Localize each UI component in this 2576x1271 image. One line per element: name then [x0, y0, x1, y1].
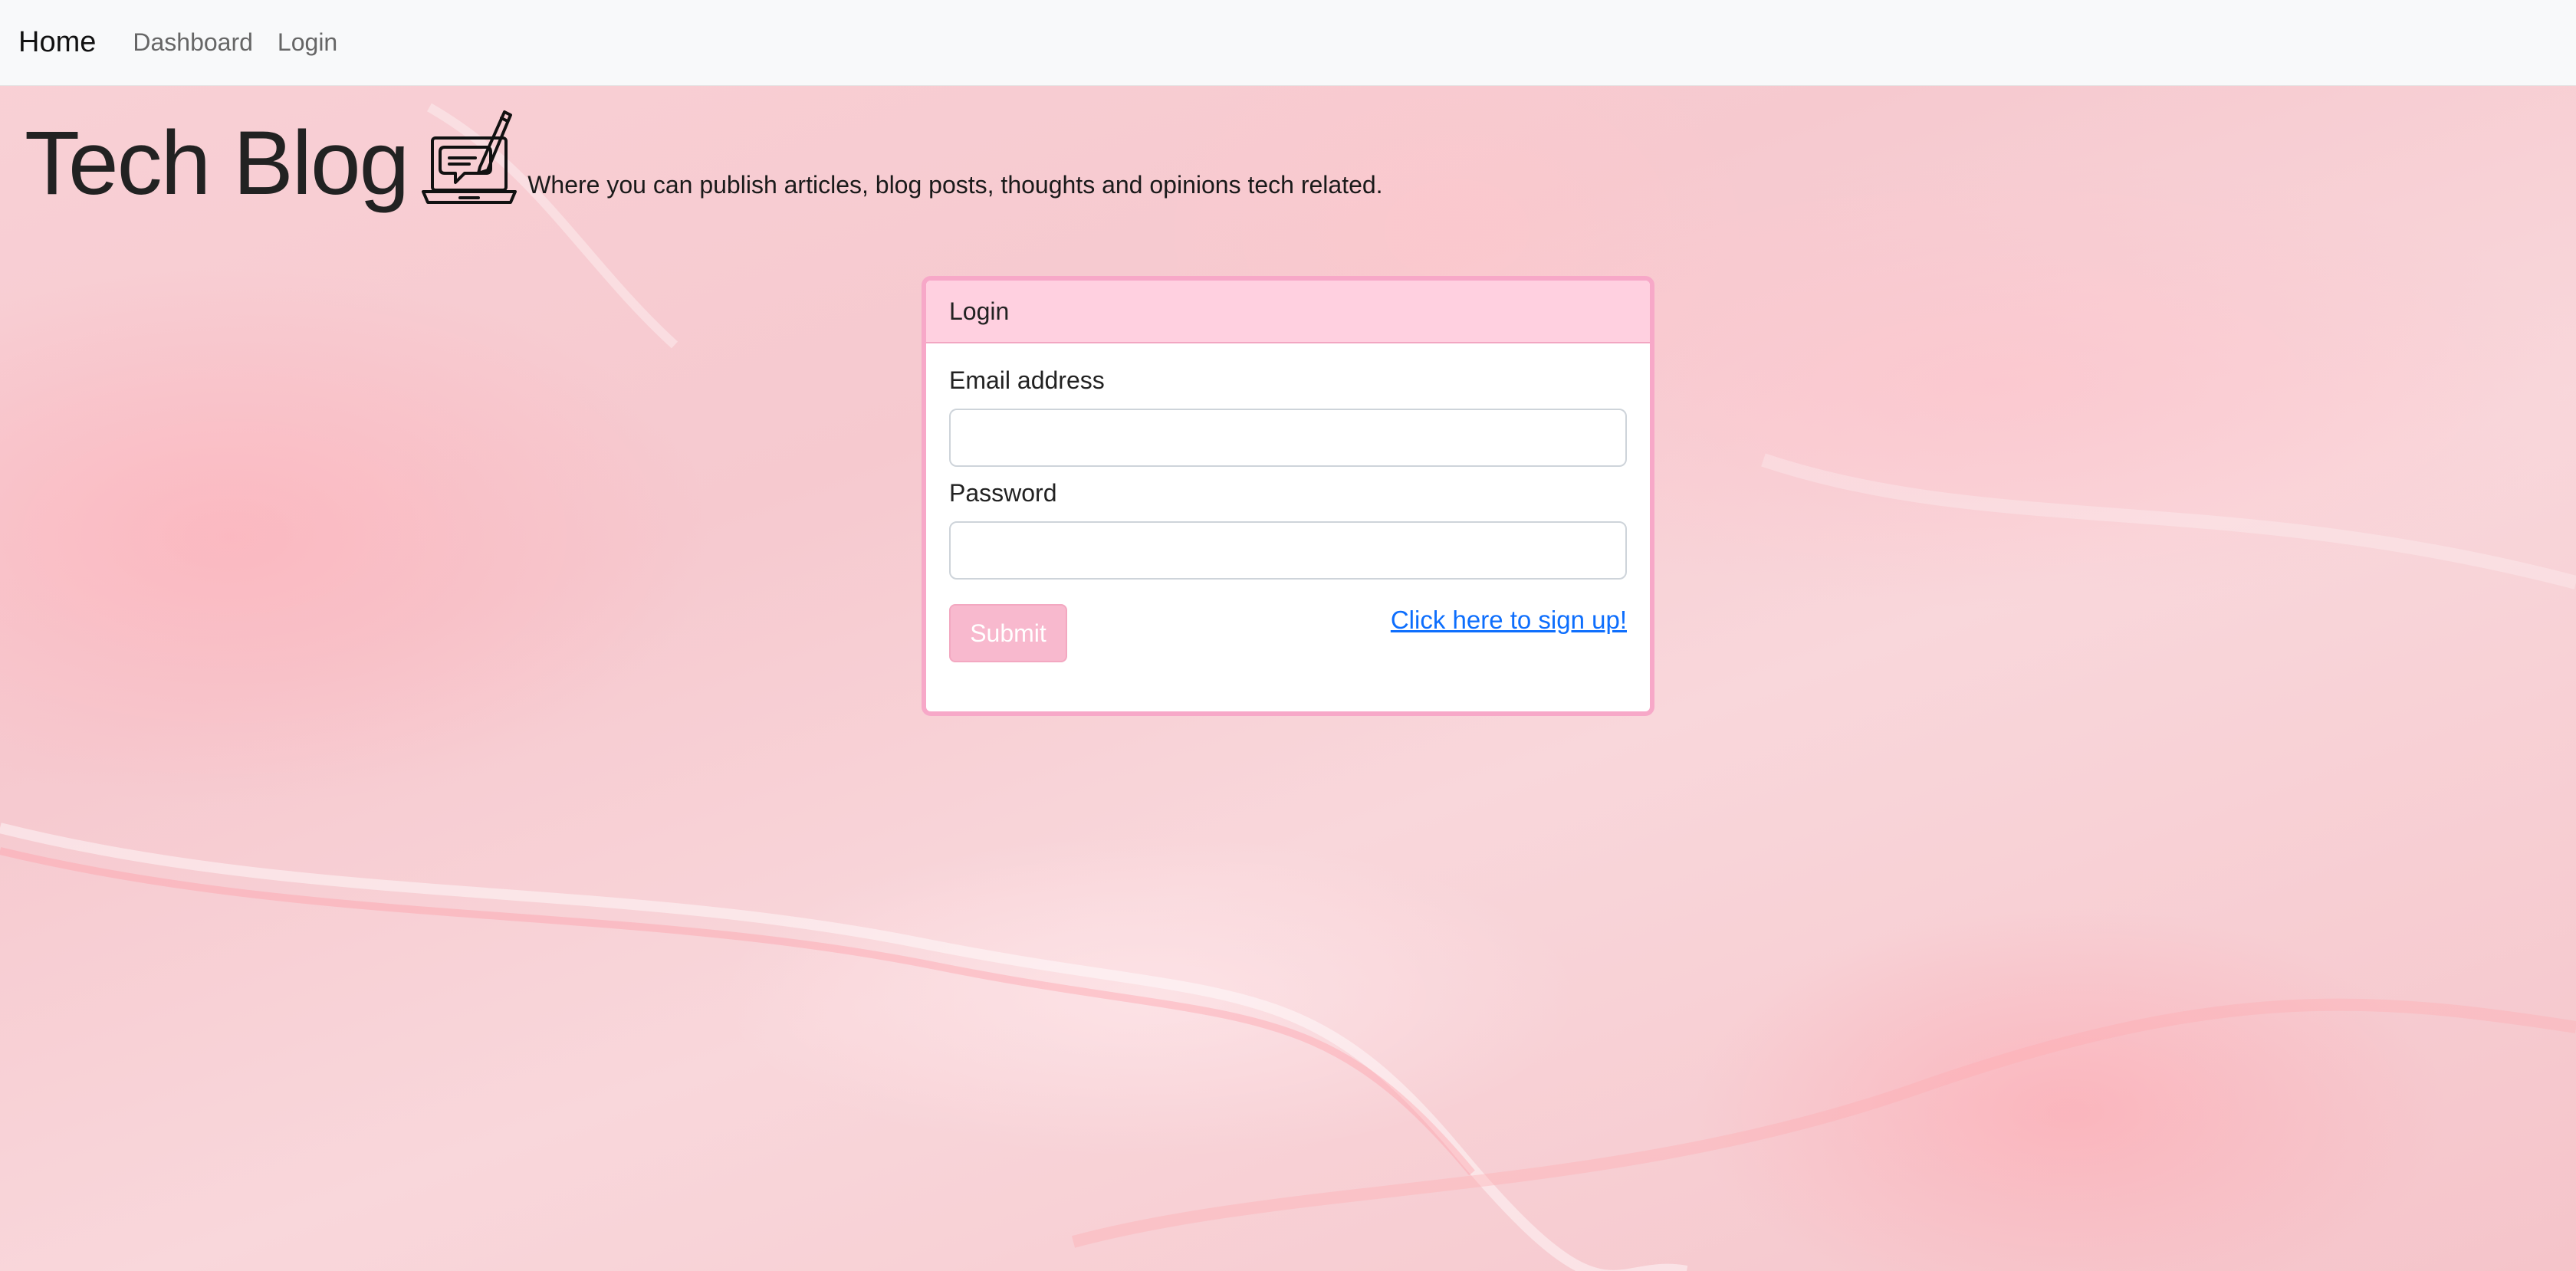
password-field[interactable] — [949, 521, 1627, 580]
site-header: Tech Blog Where you can publish articles… — [25, 107, 1383, 209]
nav-home-link[interactable]: Home — [18, 26, 96, 59]
email-label: Email address — [949, 366, 1105, 394]
login-form: Email address Password Submit Click here… — [926, 343, 1650, 665]
signup-link[interactable]: Click here to sign up! — [1391, 606, 1627, 635]
form-actions: Submit Click here to sign up! — [949, 604, 1627, 665]
laptop-chat-pen-icon — [422, 110, 518, 204]
nav-dashboard-link[interactable]: Dashboard — [133, 28, 253, 57]
login-card: Login Email address Password Submit Clic… — [922, 276, 1654, 716]
top-navbar: Home Dashboard Login — [0, 0, 2576, 86]
email-field[interactable] — [949, 409, 1627, 467]
password-label: Password — [949, 479, 1057, 507]
site-title: Tech Blog — [25, 113, 409, 214]
login-card-header: Login — [926, 281, 1650, 343]
nav-login-link[interactable]: Login — [278, 28, 337, 57]
site-tagline: Where you can publish articles, blog pos… — [527, 171, 1383, 199]
submit-button[interactable]: Submit — [949, 604, 1067, 662]
